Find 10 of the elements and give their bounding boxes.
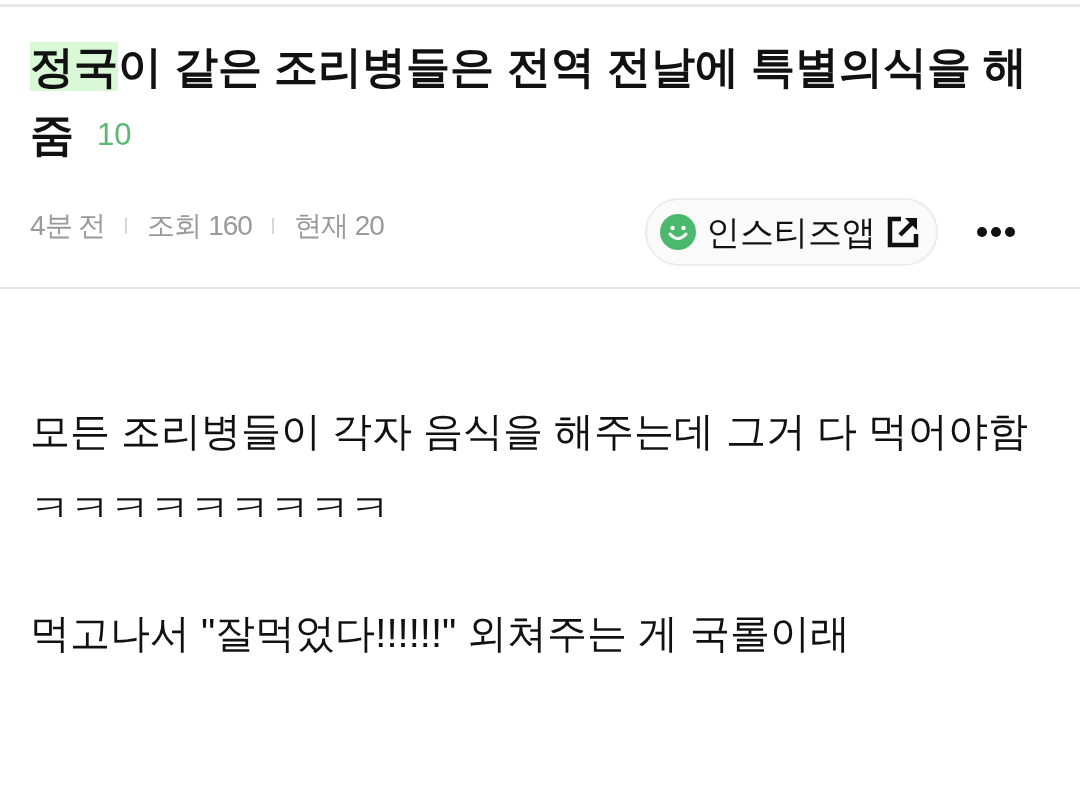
app-button[interactable]: 인스티즈앱 (645, 198, 938, 266)
meta-text: 4분 전 (30, 209, 106, 243)
more-icon[interactable] (977, 227, 1015, 237)
meta-text: 조회 160 (147, 209, 252, 243)
body-text: ㅋㅋㅋㅋㅋㅋㅋㅋㅋ (30, 485, 391, 532)
smiley-icon (660, 214, 696, 250)
body-text: 모든 조리병들이 각자 음식을 해주는데 그거 다 먹어야함 (30, 408, 1029, 455)
meta-text: 현재 20 (293, 209, 384, 243)
body-text: 먹고나서 "잘먹었다!!!!!!" 외쳐주는 게 국롤이래 (30, 610, 851, 657)
external-link-icon (886, 215, 920, 249)
